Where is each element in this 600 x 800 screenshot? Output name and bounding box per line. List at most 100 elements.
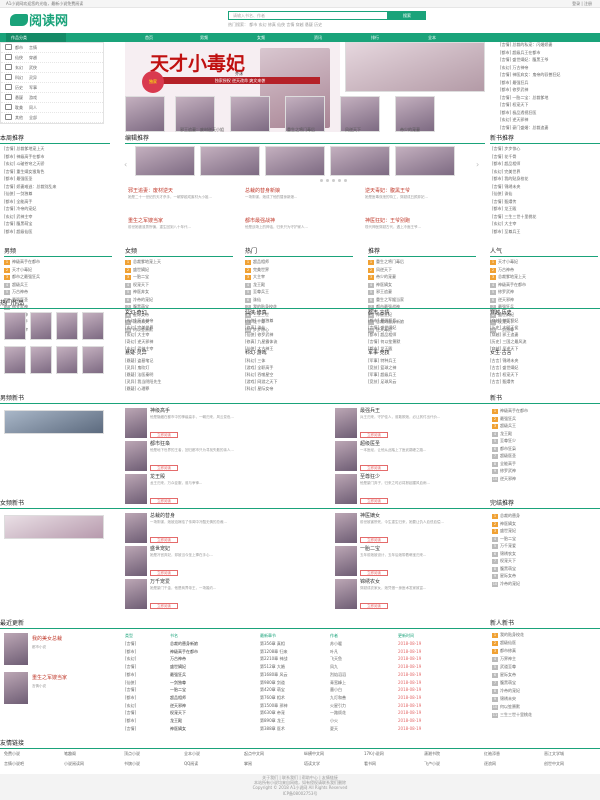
rank-title[interactable]: 腹黑萌宝 <box>500 566 516 571</box>
rank-item[interactable]: 1 天才小毒妃 <box>490 259 598 265</box>
rank-title[interactable]: 神医弃女 <box>133 289 149 294</box>
table-cell[interactable]: 总裁的替身新娘 <box>170 641 198 646</box>
rank-item[interactable]: 2 凤逆天下 <box>368 267 476 273</box>
rank-item[interactable]: 4 一胎二宝 <box>492 536 600 542</box>
rank-item[interactable]: 6 锦绣农女 <box>492 551 600 557</box>
friend-link[interactable]: 红袖添香 <box>484 751 500 756</box>
friend-link[interactable]: 塔读文学 <box>304 761 320 766</box>
friend-link[interactable]: 潇湘书院 <box>424 751 440 756</box>
rank-item[interactable]: 5 神医弃女 <box>125 289 233 295</box>
read-button[interactable]: 立即阅读 <box>150 603 178 609</box>
category-row[interactable]: 仙侠 穿越 <box>1 53 103 63</box>
rank-title[interactable]: 神医嫡女 <box>500 521 516 526</box>
rank-title[interactable]: 锦绣未央 <box>500 696 516 701</box>
grid-item[interactable]: [玄幻] 大主宰 <box>125 332 149 337</box>
read-button[interactable]: 立即阅读 <box>150 432 178 438</box>
table-cell[interactable]: 第1208章 归来 <box>260 649 287 654</box>
grid-item[interactable]: [言情] 盛世嫡妃 <box>368 325 396 330</box>
rank-item[interactable]: 11 三生三世十里桃花 <box>492 712 600 718</box>
friend-link[interactable]: 书旗小说 <box>124 761 140 766</box>
category-row[interactable]: 历史 军事 <box>1 83 103 93</box>
list-item[interactable]: [玄幻] 万古神帝 <box>500 65 600 73</box>
book-title[interactable]: 盛世宠妃 <box>150 546 170 553</box>
friend-link[interactable]: 言情小说吧 <box>4 761 24 766</box>
book-title[interactable]: 龙王殿 <box>150 474 165 481</box>
rank-title[interactable]: 帝少的宠妻 <box>376 274 396 279</box>
carousel-cover[interactable] <box>330 146 390 176</box>
nav-categories[interactable]: 作品分类 <box>6 33 66 42</box>
rank-title[interactable]: 都市修真 <box>500 648 516 653</box>
list-item[interactable]: [仙侠] 诛仙 <box>492 191 600 199</box>
list-item[interactable]: [都市] 全能高手 <box>4 199 114 207</box>
rank-item[interactable]: 3 帝少的宠妻 <box>368 274 476 280</box>
rank-title[interactable]: 三生三世十里桃花 <box>500 712 532 717</box>
list-item[interactable]: [言情] 权宠天下 <box>500 102 600 110</box>
rank-item[interactable]: 4 龙王殿 <box>245 282 353 288</box>
carousel-cover[interactable] <box>135 146 195 176</box>
rank-title[interactable]: 星际女帝 <box>500 573 516 578</box>
rank-item[interactable]: 1 总裁的替身 <box>492 513 600 519</box>
friend-link[interactable]: QQ阅读 <box>184 761 198 766</box>
nav-finished[interactable]: 全本 <box>428 33 436 42</box>
female-banner-image[interactable] <box>4 515 104 539</box>
table-cell[interactable]: 第1500章 邪神 <box>260 703 287 708</box>
grid-item[interactable]: [穿越] 神医狂妃 <box>490 318 518 323</box>
list-item[interactable]: [言情] 步步惊心 <box>492 146 600 154</box>
grid-item[interactable]: [科幻] 吞噬星空 <box>245 372 273 377</box>
list-item[interactable]: [都市] 超品相师 <box>492 161 600 169</box>
list-item[interactable]: [言情] 甄嬛传 <box>492 199 600 207</box>
table-cell[interactable]: 盛世嫡妃 <box>170 664 186 669</box>
rank-title[interactable]: 一胎二宝 <box>133 274 149 279</box>
rank-item[interactable]: 3 大主宰 <box>245 274 353 280</box>
table-cell[interactable]: 第512章 大婚 <box>260 664 285 669</box>
rank-item[interactable]: 5 至尊兵王 <box>245 289 353 295</box>
rank-title[interactable]: 凤逆天下 <box>376 267 392 272</box>
list-item[interactable]: [言情] 锦绣未央 <box>492 184 600 192</box>
grid-item[interactable]: [灵异] 我当阴阳先生 <box>125 379 161 384</box>
list-item[interactable]: [言情] 重生嫡女狠角色 <box>4 169 114 177</box>
grid-item[interactable]: [科幻] 三体 <box>245 358 265 363</box>
rank-item[interactable]: 9 修罗武神 <box>492 468 600 474</box>
rank-item[interactable]: 10 冷帝的宠妃 <box>492 581 600 587</box>
book-title[interactable]: 总裁的替身 <box>150 513 175 520</box>
rank-title[interactable]: 超级医圣 <box>500 453 516 458</box>
book-cover[interactable] <box>125 408 147 438</box>
rank-title[interactable]: 都市之最强狂兵 <box>12 274 40 279</box>
rank-item[interactable]: 8 冷帝的宠妃 <box>492 688 600 694</box>
rank-title[interactable]: 星际女帝 <box>500 672 516 677</box>
table-cell[interactable]: 万古神帝 <box>170 656 186 661</box>
read-button[interactable]: 立即阅读 <box>360 570 388 576</box>
friend-link[interactable]: 17K小说网 <box>364 751 384 756</box>
grid-item[interactable]: [历史] 大明王侯 <box>490 325 518 330</box>
rank-item[interactable]: 5 万千宠爱 <box>492 543 600 549</box>
table-cell[interactable]: 第420章 萌宝 <box>260 687 285 692</box>
rank-item[interactable]: 5 至尊狂少 <box>492 438 600 444</box>
list-item[interactable]: [玄幻] 大主宰 <box>492 221 600 229</box>
grid-item[interactable]: [都市] 超品相师 <box>368 332 396 337</box>
list-item[interactable]: [言情] 神医弃女：鬼帝的驭兽狂妃 <box>500 72 600 80</box>
rank-title[interactable]: 全能高手 <box>500 461 516 466</box>
hot-cover[interactable] <box>4 346 26 374</box>
hot-searches[interactable]: 热门搜索： 都市 玄幻 修真 仙侠 言情 穿越 悬疑 历史 <box>228 22 478 27</box>
list-item[interactable]: [玄幻] 完美世界 <box>492 169 600 177</box>
carousel-dots[interactable] <box>320 178 350 183</box>
rank-title[interactable]: 至尊兵王 <box>253 289 269 294</box>
list-item[interactable]: [都市] 龙王殿 <box>492 206 600 214</box>
rank-item[interactable]: 9 锦绣未央 <box>492 696 600 702</box>
rank-item[interactable]: 3 都市之最强狂兵 <box>4 274 112 280</box>
rank-title[interactable]: 邪王追妻 <box>376 289 392 294</box>
list-item[interactable]: [都市] 最强狂兵 <box>500 80 600 88</box>
rank-item[interactable]: 4 神级高手在都市 <box>490 282 598 288</box>
friend-link[interactable]: 晋江文学城 <box>544 751 564 756</box>
rank-item[interactable]: 1 超品相师 <box>245 259 353 265</box>
book-title[interactable]: 锦绣农女 <box>360 579 380 586</box>
book-cover[interactable] <box>125 441 147 471</box>
table-cell[interactable]: 第890章 龙王 <box>260 718 285 723</box>
site-logo[interactable]: 阅读网 <box>10 14 68 31</box>
rank-title[interactable]: 神级高手在都市 <box>498 282 526 287</box>
list-item[interactable]: [言情] 总裁爹地宠上天 <box>4 146 114 154</box>
friend-link[interactable]: 看书网 <box>364 761 376 766</box>
book-cover[interactable] <box>125 513 147 543</box>
grid-item[interactable]: [悬疑] 法医秦明 <box>125 372 153 377</box>
grid-item[interactable]: [仙侠] 修罗武神 <box>245 332 273 337</box>
